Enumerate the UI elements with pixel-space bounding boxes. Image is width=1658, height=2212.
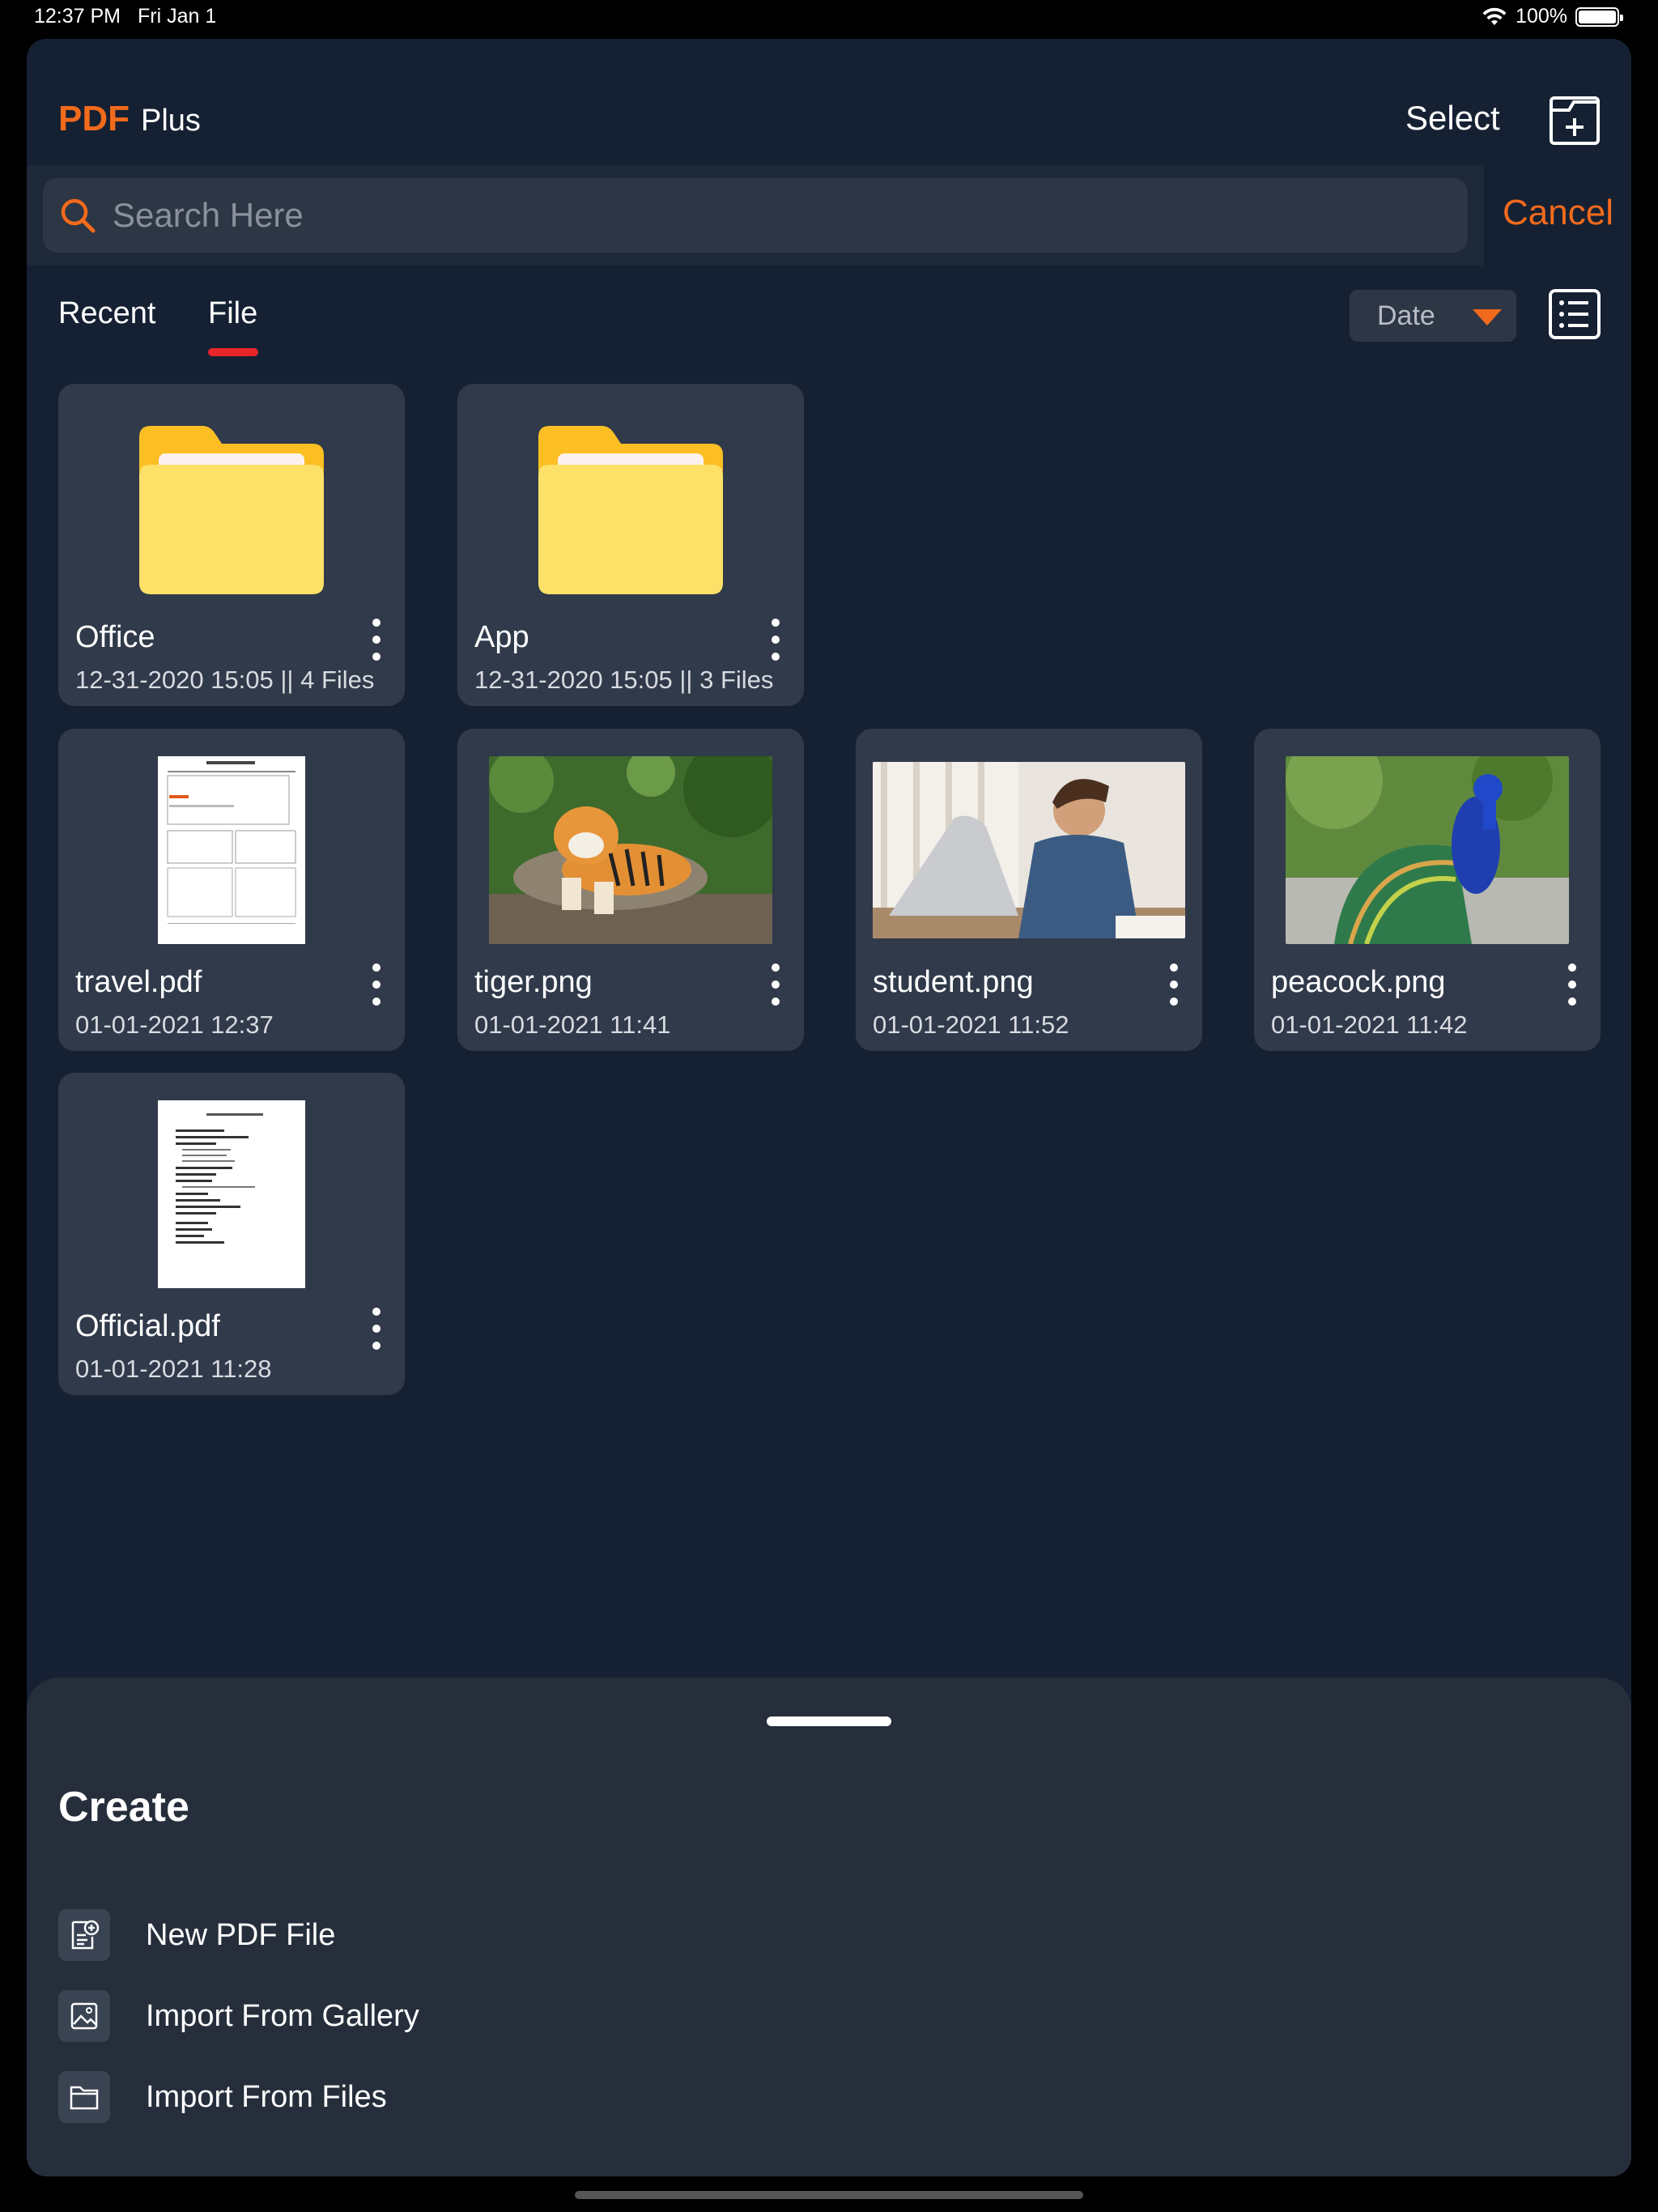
- new-pdf-file-option[interactable]: New PDF File: [58, 1909, 335, 1961]
- file-card-tiger[interactable]: tiger.png 01-01-2021 11:41: [457, 729, 804, 1051]
- sheet-grabber[interactable]: [767, 1716, 891, 1726]
- create-title: Create: [58, 1784, 189, 1831]
- item-name: student.png: [873, 965, 1034, 999]
- status-bar: 12:37 PM Fri Jan 1 100%: [0, 0, 1658, 36]
- active-tab-indicator: [208, 348, 258, 356]
- new-folder-button[interactable]: [1549, 96, 1601, 146]
- logo-plus: Plus: [141, 104, 201, 138]
- file-card-travel[interactable]: travel.pdf 01-01-2021 12:37: [58, 729, 405, 1051]
- more-options-icon[interactable]: [1560, 963, 1584, 1006]
- home-indicator: [575, 2191, 1083, 2199]
- tiger-image: [489, 756, 772, 944]
- new-folder-icon: [1550, 96, 1600, 145]
- sort-dropdown[interactable]: Date: [1350, 290, 1516, 342]
- more-options-icon[interactable]: [364, 1308, 389, 1350]
- more-options-icon[interactable]: [763, 619, 788, 661]
- student-image: [873, 762, 1185, 938]
- cancel-button[interactable]: Cancel: [1503, 193, 1613, 233]
- item-name: Official.pdf: [75, 1309, 220, 1343]
- import-from-gallery-option[interactable]: Import From Gallery: [58, 1990, 419, 2042]
- item-meta: 01-01-2021 11:28: [75, 1355, 272, 1383]
- item-name: peacock.png: [1271, 965, 1446, 999]
- item-meta: 01-01-2021 12:37: [75, 1010, 274, 1039]
- folder-card-office[interactable]: Office 12-31-2020 15:05 || 4 Files: [58, 384, 405, 706]
- item-name: travel.pdf: [75, 965, 202, 999]
- option-label: Import From Files: [146, 2079, 387, 2114]
- item-meta: 12-31-2020 15:05 || 4 Files: [75, 666, 375, 694]
- pdf-thumbnail: [58, 1073, 405, 1316]
- battery-icon: [1575, 6, 1623, 27]
- item-meta: 01-01-2021 11:41: [474, 1010, 671, 1039]
- folder-icon: [58, 2071, 110, 2123]
- pdf-document-icon: [158, 756, 305, 944]
- folder-icon: [139, 426, 324, 594]
- peacock-image: [1286, 756, 1569, 944]
- app-logo: PDF Plus: [58, 99, 201, 139]
- image-thumbnail: [457, 729, 804, 972]
- folder-thumbnail: [58, 384, 405, 627]
- wifi-icon: [1482, 7, 1507, 25]
- item-meta: 12-31-2020 15:05 || 3 Files: [474, 666, 774, 694]
- logo-pdf: PDF: [58, 99, 130, 138]
- file-card-official[interactable]: Official.pdf 01-01-2021 11:28: [58, 1073, 405, 1395]
- header: PDF Plus Select: [27, 39, 1631, 165]
- sort-label: Date: [1377, 300, 1435, 331]
- item-name: App: [474, 620, 529, 654]
- status-time: 12:37 PM: [34, 5, 121, 28]
- list-view-button[interactable]: [1548, 288, 1601, 340]
- status-right: 100%: [1482, 5, 1623, 28]
- search-icon: [61, 198, 96, 233]
- select-button[interactable]: Select: [1405, 99, 1500, 138]
- item-meta: 01-01-2021 11:52: [873, 1010, 1069, 1039]
- more-options-icon[interactable]: [763, 963, 788, 1006]
- more-options-icon[interactable]: [364, 619, 389, 661]
- file-browser-sheet: PDFPlus Select Cancel Recent File Dat: [27, 39, 1631, 2176]
- file-card-peacock[interactable]: peacock.png 01-01-2021 11:42: [1254, 729, 1601, 1051]
- more-options-icon[interactable]: [1162, 963, 1186, 1006]
- gallery-icon: [58, 1990, 110, 2042]
- option-label: Import From Gallery: [146, 1998, 419, 2033]
- option-label: New PDF File: [146, 1917, 336, 1952]
- search-input[interactable]: [113, 196, 1408, 235]
- item-name: Office: [75, 620, 155, 654]
- image-thumbnail: [1254, 729, 1601, 972]
- pdf-document-icon: [158, 1100, 305, 1288]
- list-view-icon: [1549, 289, 1601, 339]
- tab-file[interactable]: File: [208, 296, 257, 331]
- item-meta: 01-01-2021 11:42: [1271, 1010, 1468, 1039]
- import-from-files-option[interactable]: Import From Files: [58, 2071, 387, 2123]
- status-date: Fri Jan 1: [138, 5, 217, 28]
- folder-thumbnail: [457, 384, 804, 627]
- dropdown-arrow-icon: [1473, 309, 1502, 325]
- create-bottom-sheet: Create New PDF File Import From Gallery …: [27, 1678, 1631, 2176]
- tab-recent[interactable]: Recent: [58, 296, 155, 331]
- battery-percent: 100%: [1516, 5, 1567, 28]
- search-field[interactable]: [43, 178, 1468, 253]
- folder-icon: [538, 426, 723, 594]
- search-bar-container: [27, 165, 1484, 266]
- item-name: tiger.png: [474, 965, 593, 999]
- pdf-thumbnail: [58, 729, 405, 972]
- image-thumbnail: [856, 729, 1202, 972]
- new-pdf-icon: [58, 1909, 110, 1961]
- folder-card-app[interactable]: App 12-31-2020 15:05 || 3 Files: [457, 384, 804, 706]
- file-card-student[interactable]: student.png 01-01-2021 11:52: [856, 729, 1202, 1051]
- more-options-icon[interactable]: [364, 963, 389, 1006]
